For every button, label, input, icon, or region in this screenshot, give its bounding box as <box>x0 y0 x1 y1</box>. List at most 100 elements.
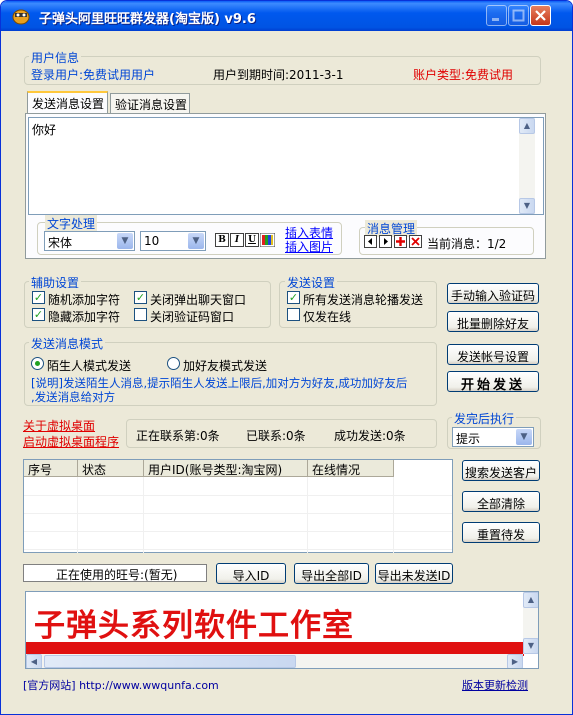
minimize-icon <box>492 18 499 21</box>
main-window: 子弹头阿里旺旺群发器(淘宝版) v9.6 用户信息 登录用户:免费试用用户 用户… <box>0 0 573 715</box>
scroll-up-icon[interactable]: ▲ <box>519 118 535 134</box>
current-message-label: 当前消息：1/2 <box>427 237 507 251</box>
table-header-status[interactable]: 状态 <box>78 460 144 477</box>
table-divider <box>393 477 394 553</box>
maximize-button[interactable] <box>508 5 529 26</box>
close-captcha-checkbox[interactable] <box>134 308 147 321</box>
insert-image-link[interactable]: 插入图片 <box>285 238 333 255</box>
rotate-messages-label: 所有发送消息轮播发送 <box>303 293 424 307</box>
export-unsent-id-button[interactable]: 导出未发送ID <box>375 563 453 584</box>
color-palette-icon[interactable] <box>260 233 275 247</box>
after-send-value: 提示 <box>456 432 481 446</box>
table-divider <box>77 477 78 553</box>
hide-chars-checkbox[interactable]: ✓ <box>32 308 45 321</box>
app-icon <box>12 9 30 25</box>
import-id-button[interactable]: 导入ID <box>216 563 286 584</box>
scroll-left-icon[interactable]: ◀ <box>26 654 42 668</box>
title-bar[interactable]: 子弹头阿里旺旺群发器(淘宝版) v9.6 <box>1 1 572 31</box>
scroll-down-icon[interactable]: ▼ <box>523 638 538 654</box>
table-header-user-id[interactable]: 用户ID(账号类型:淘宝网) <box>144 460 308 477</box>
random-chars-checkbox[interactable]: ✓ <box>32 291 45 304</box>
friend-mode-radio[interactable] <box>167 357 180 370</box>
chevron-down-icon: ▼ <box>117 233 133 249</box>
bold-button[interactable]: B <box>215 233 229 247</box>
minimize-button[interactable] <box>486 5 507 26</box>
tab-send-message-settings[interactable]: 发送消息设置 <box>27 91 108 113</box>
italic-button[interactable]: I <box>230 233 244 247</box>
delete-message-icon[interactable] <box>409 235 422 248</box>
banner-vscrollbar[interactable]: ▲ ▼ <box>523 592 538 654</box>
next-message-icon[interactable] <box>379 235 392 248</box>
size-value: 10 <box>144 234 160 248</box>
tab-verify-message-settings[interactable]: 验证消息设置 <box>110 93 190 113</box>
message-text: 你好 <box>32 123 57 137</box>
after-send-select[interactable]: 提示 ▼ <box>452 427 534 447</box>
scroll-thumb[interactable] <box>44 655 296 668</box>
close-button[interactable] <box>530 5 551 26</box>
about-virtual-desktop-link[interactable]: 关于虚拟桌面 <box>23 417 95 434</box>
table-header-online[interactable]: 在线情况 <box>308 460 394 477</box>
banner-text: 子弹头系列软件工作室 <box>34 608 354 644</box>
send-account-settings-button[interactable]: 发送帐号设置 <box>447 344 539 365</box>
window-title: 子弹头阿里旺旺群发器(淘宝版) v9.6 <box>39 12 256 27</box>
close-chat-popup-label: 关闭弹出聊天窗口 <box>150 293 247 307</box>
table-divider <box>24 495 452 496</box>
account-type-label: 账户类型:免费试用 <box>413 68 514 82</box>
message-scrollbar[interactable]: ▲ ▼ <box>519 118 535 214</box>
font-select[interactable]: 宋体 ▼ <box>44 231 135 251</box>
scroll-up-icon[interactable]: ▲ <box>523 592 538 608</box>
customer-table[interactable]: 序号 状态 用户ID(账号类型:淘宝网) 在线情况 <box>23 459 453 553</box>
banner-hscrollbar[interactable]: ◀ ▶ <box>26 654 523 668</box>
underline-button[interactable]: U <box>245 233 259 247</box>
launch-virtual-desktop-link[interactable]: 启动虚拟桌面程序 <box>23 433 119 450</box>
send-mode-title: 发送消息模式 <box>29 335 106 352</box>
manual-captcha-button[interactable]: 手动输入验证码 <box>447 283 539 304</box>
update-check-link[interactable]: 版本更新检测 <box>462 677 528 693</box>
online-only-label: 仅发在线 <box>303 310 352 324</box>
table-header-index[interactable]: 序号 <box>24 460 78 477</box>
reset-pending-button[interactable]: 重置待发 <box>462 522 540 543</box>
table-divider <box>24 549 452 550</box>
table-divider <box>143 477 144 553</box>
official-website-link[interactable]: [官方网站] http://www.wwqunfa.com <box>23 677 219 693</box>
clear-all-button[interactable]: 全部清除 <box>462 491 540 512</box>
expiry-label: 用户到期时间:2011-3-1 <box>213 68 344 82</box>
current-account-field: 正在使用的旺号:(暂无) <box>23 564 207 582</box>
table-divider <box>307 477 308 553</box>
success-label: 成功发送:0条 <box>334 429 406 443</box>
stranger-mode-label: 陌生人模式发送 <box>47 359 132 373</box>
aux-settings-title: 辅助设置 <box>29 274 82 291</box>
contacting-label: 正在联系第:0条 <box>136 429 220 443</box>
size-select[interactable]: 10 ▼ <box>140 231 206 251</box>
batch-delete-friends-button[interactable]: 批量删除好友 <box>447 311 539 332</box>
table-divider <box>24 513 452 514</box>
close-chat-popup-checkbox[interactable]: ✓ <box>134 291 147 304</box>
font-value: 宋体 <box>48 236 73 250</box>
message-textarea[interactable]: 你好 <box>28 117 544 215</box>
chevron-down-icon: ▼ <box>516 429 532 445</box>
send-settings-title: 发送设置 <box>285 274 338 291</box>
send-mode-note-line2: ,发送消息给对方 <box>31 390 116 404</box>
banner-panel: 子弹头系列软件工作室 ▲ ▼ ◀ ▶ <box>25 591 539 669</box>
close-icon <box>535 10 546 21</box>
search-customers-button[interactable]: 搜索发送客户 <box>462 460 540 481</box>
contacted-label: 已联系:0条 <box>246 429 306 443</box>
chevron-down-icon: ▼ <box>188 233 204 249</box>
close-captcha-label: 关闭验证码窗口 <box>150 310 235 324</box>
scroll-right-icon[interactable]: ▶ <box>507 654 523 668</box>
random-chars-label: 随机添加字符 <box>48 293 121 307</box>
prev-message-icon[interactable] <box>364 235 377 248</box>
after-send-title: 发完后执行 <box>452 410 517 427</box>
login-user-label: 登录用户:免费试用用户 <box>31 68 156 82</box>
rotate-messages-checkbox[interactable]: ✓ <box>287 291 300 304</box>
export-all-id-button[interactable]: 导出全部ID <box>294 563 369 584</box>
table-divider <box>24 531 452 532</box>
start-send-button[interactable]: 开始发送 <box>447 371 539 393</box>
maximize-icon <box>512 9 525 22</box>
hide-chars-label: 隐藏添加字符 <box>48 310 121 324</box>
add-message-icon[interactable] <box>394 235 407 248</box>
text-processing-title: 文字处理 <box>45 215 98 232</box>
scroll-down-icon[interactable]: ▼ <box>519 198 535 214</box>
stranger-mode-radio[interactable] <box>31 357 44 370</box>
online-only-checkbox[interactable] <box>287 308 300 321</box>
